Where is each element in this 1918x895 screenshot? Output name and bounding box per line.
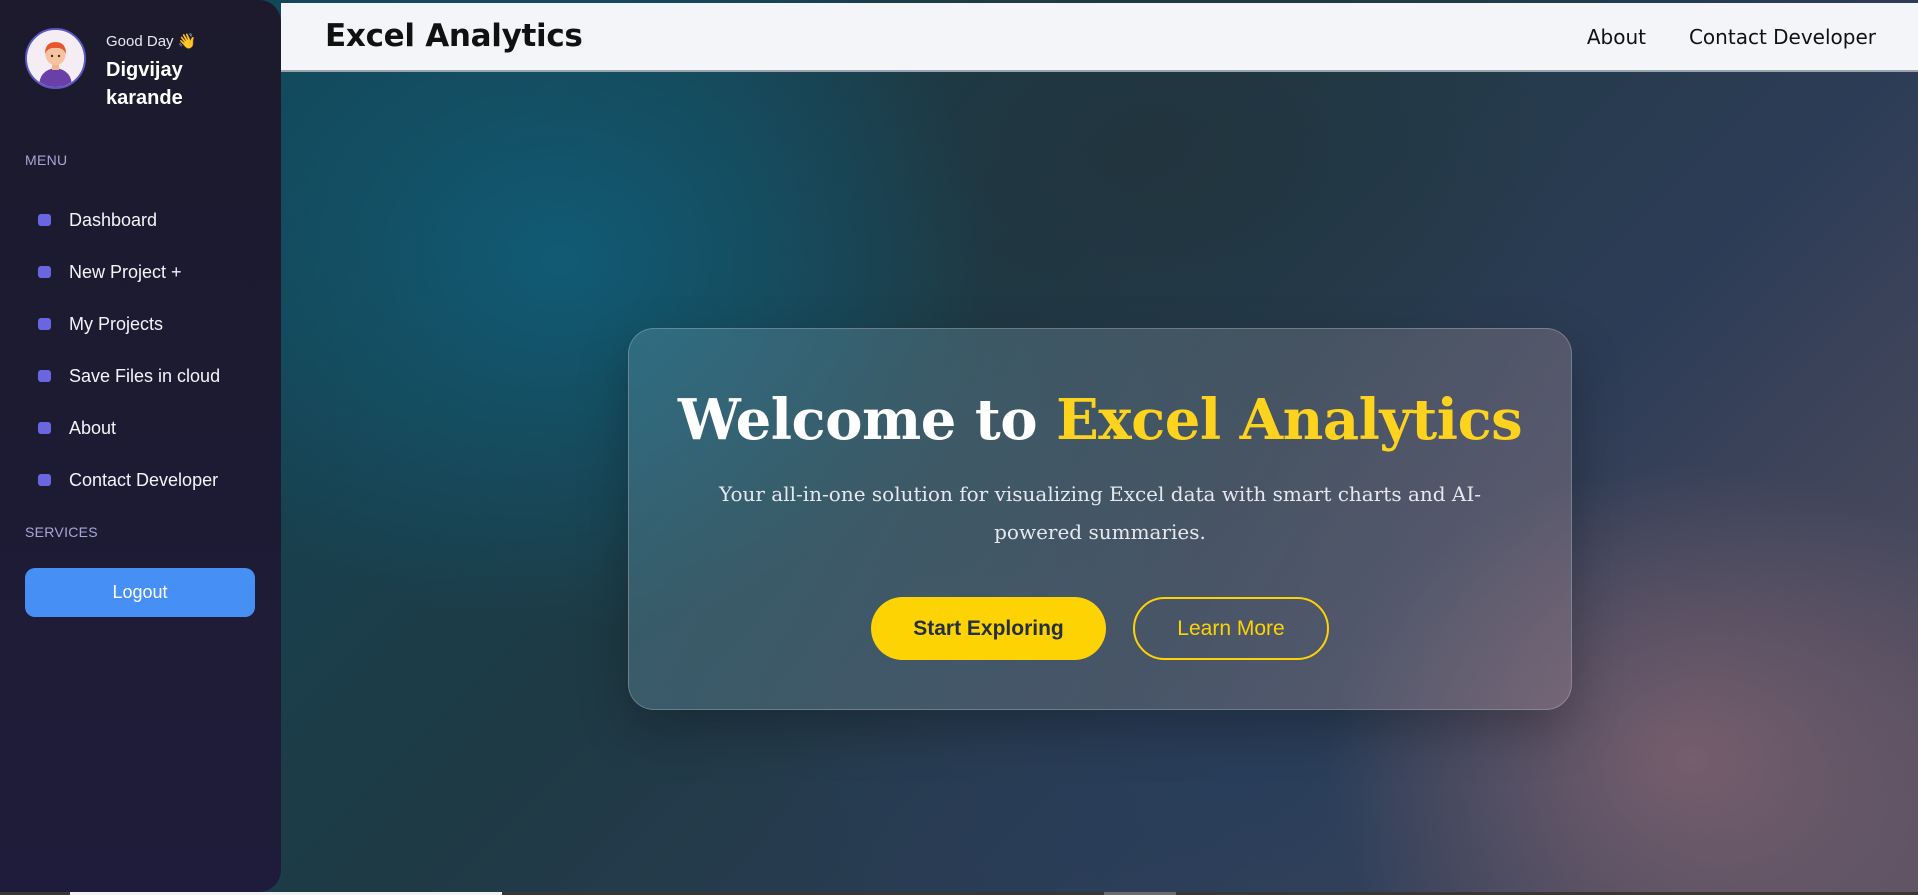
top-nav: About Contact Developer xyxy=(1544,25,1876,49)
sidebar-item-label: Save Files in cloud xyxy=(69,365,221,386)
sidebar-item-label: New Project + xyxy=(69,261,182,282)
learn-more-button[interactable]: Learn More xyxy=(1133,597,1329,660)
sidebar: Good Day 👋 Digvijay karande MENU Dashboa… xyxy=(0,0,281,892)
bullet-icon xyxy=(38,214,51,226)
sidebar-item-new-project[interactable]: New Project + xyxy=(38,246,220,298)
nav-contact-developer-link[interactable]: Contact Developer xyxy=(1689,25,1876,49)
sidebar-item-label: About xyxy=(69,417,117,438)
sidebar-item-label: Contact Developer xyxy=(69,469,219,490)
top-navbar: Excel Analytics About Contact Developer xyxy=(281,3,1918,72)
nav-about-link[interactable]: About xyxy=(1587,25,1646,49)
hero-title-accent: Excel Analytics xyxy=(1056,387,1523,453)
user-avatar-icon xyxy=(27,30,84,87)
sidebar-item-label: Dashboard xyxy=(69,209,158,230)
hero-subtitle: Your all-in-one solution for visualizing… xyxy=(718,482,1482,544)
user-profile: Good Day 👋 Digvijay karande xyxy=(25,28,256,112)
user-name: Digvijay karande xyxy=(106,59,183,109)
services-section-label: SERVICES xyxy=(25,524,98,540)
sidebar-menu: Dashboard New Project + My Projects Save… xyxy=(38,194,220,506)
bullet-icon xyxy=(38,370,51,382)
sidebar-item-about[interactable]: About xyxy=(38,402,220,454)
sidebar-item-dashboard[interactable]: Dashboard xyxy=(38,194,220,246)
brand-title[interactable]: Excel Analytics xyxy=(325,18,583,54)
start-exploring-button[interactable]: Start Exploring xyxy=(871,597,1106,660)
avatar[interactable] xyxy=(25,28,86,89)
sidebar-item-my-projects[interactable]: My Projects xyxy=(38,298,220,350)
bullet-icon xyxy=(38,318,51,330)
hero-actions: Start Exploring Learn More xyxy=(629,597,1571,660)
logout-button[interactable]: Logout xyxy=(25,568,255,617)
hero-title: Welcome to Excel Analytics xyxy=(629,387,1571,453)
bullet-icon xyxy=(38,474,51,486)
menu-section-label: MENU xyxy=(25,152,68,168)
sidebar-item-label: My Projects xyxy=(69,313,164,334)
hero-title-prefix: Welcome to xyxy=(677,387,1057,453)
bullet-icon xyxy=(38,266,51,278)
sidebar-item-contact-developer[interactable]: Contact Developer xyxy=(38,454,220,506)
sidebar-item-save-files[interactable]: Save Files in cloud xyxy=(38,350,220,402)
greeting-block: Good Day 👋 Digvijay karande xyxy=(106,28,256,112)
hero-card: Welcome to Excel Analytics Your all-in-o… xyxy=(628,328,1572,710)
bullet-icon xyxy=(38,422,51,434)
greeting-text: Good Day 👋 xyxy=(106,33,197,50)
